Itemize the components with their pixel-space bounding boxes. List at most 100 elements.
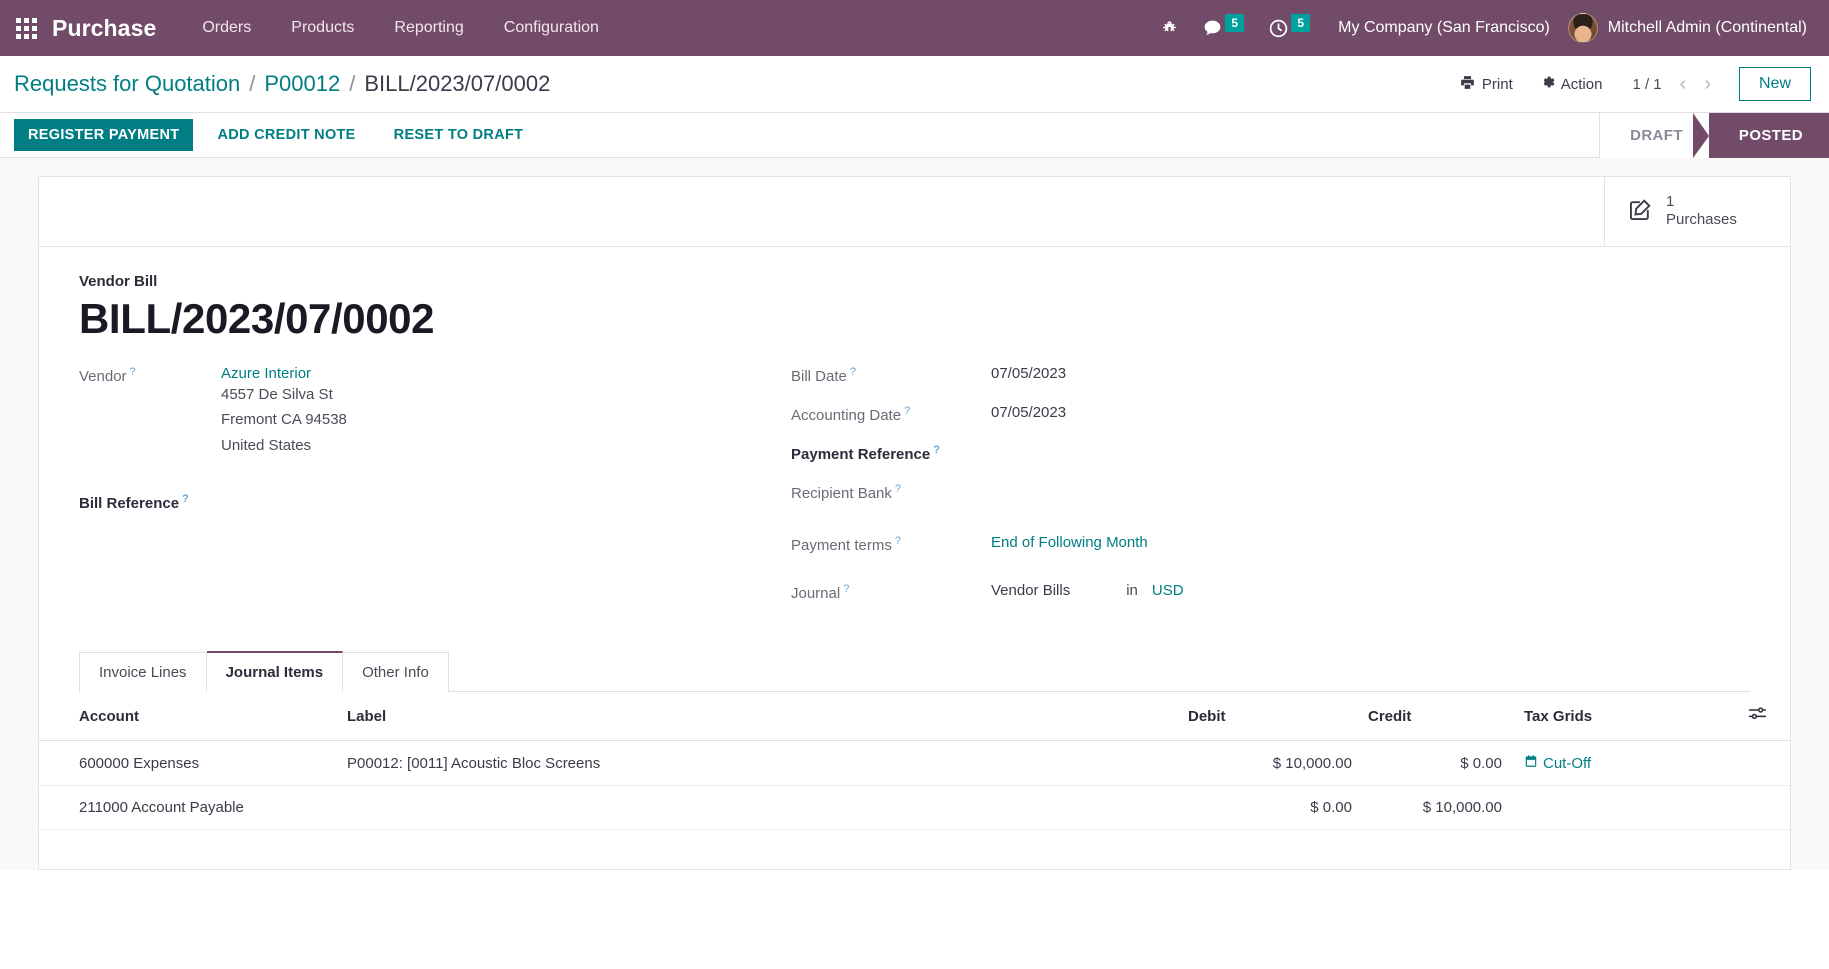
breadcrumb-item-p00012[interactable]: P00012: [264, 71, 340, 97]
breadcrumb-item-current: BILL/2023/07/0002: [364, 71, 551, 96]
column-header-account[interactable]: Account: [39, 692, 339, 742]
notebook-tabs: Invoice Lines Journal Items Other Info: [79, 651, 1750, 693]
chevron-right-icon[interactable]: ›: [1698, 74, 1717, 94]
pencil-square-icon: [1627, 196, 1654, 227]
tab-journal-items[interactable]: Journal Items: [206, 651, 344, 693]
cell-label[interactable]: [339, 785, 1180, 831]
recipient-bank-label-text: Recipient Bank: [791, 485, 892, 503]
column-settings-icon[interactable]: [1748, 706, 1767, 726]
control-panel: Requests for Quotation / P00012 / BILL/2…: [0, 56, 1829, 113]
cell-label[interactable]: P00012: [0011] Acoustic Bloc Screens: [339, 740, 1180, 787]
top-navbar: Purchase Orders Products Reporting Confi…: [0, 0, 1829, 56]
column-options-header: [1740, 692, 1790, 742]
vendor-address-line-2: Fremont CA 94538: [221, 411, 347, 429]
cell-account[interactable]: 211000 Account Payable: [39, 785, 339, 831]
table-row[interactable]: 600000 Expenses P00012: [0011] Acoustic …: [39, 740, 1790, 787]
field-recipient-bank: Recipient Bank?: [791, 482, 1750, 504]
help-icon[interactable]: ?: [843, 583, 849, 595]
cell-debit[interactable]: $ 10,000.00: [1180, 740, 1360, 787]
calendar-icon: [1524, 754, 1538, 772]
table-body: 600000 Expenses P00012: [0011] Acoustic …: [39, 740, 1790, 831]
menu-products[interactable]: Products: [279, 13, 366, 43]
field-bill-reference: Bill Reference?: [79, 492, 759, 514]
bill-date-value[interactable]: 07/05/2023: [991, 365, 1066, 382]
menu-reporting[interactable]: Reporting: [382, 13, 475, 43]
vendor-value-group: Azure Interior 4557 De Silva St Fremont …: [221, 365, 347, 458]
accounting-date-label: Accounting Date?: [791, 404, 991, 424]
vendor-label: Vendor?: [79, 365, 221, 385]
action-label: Action: [1560, 75, 1603, 93]
help-icon[interactable]: ?: [895, 535, 901, 547]
user-menu[interactable]: Mitchell Admin (Continental): [1567, 13, 1811, 43]
breadcrumb-item-requests-for-quotation[interactable]: Requests for Quotation: [14, 71, 240, 97]
status-action-bar: REGISTER PAYMENT ADD CREDIT NOTE RESET T…: [0, 112, 1829, 158]
payment-reference-label: Payment Reference?: [791, 443, 991, 463]
cell-credit[interactable]: $ 10,000.00: [1360, 785, 1510, 831]
currency-value[interactable]: USD: [1152, 582, 1184, 599]
field-journal: Journal? Vendor Bills in USD: [791, 582, 1750, 604]
cell-credit[interactable]: $ 0.00: [1360, 740, 1510, 787]
journal-items-table: Account Label Debit Credit Tax Grids 600…: [39, 692, 1790, 831]
tax-grid-badge-cutoff[interactable]: Cut-Off: [1524, 754, 1591, 772]
column-header-tax-grids[interactable]: Tax Grids: [1510, 692, 1740, 742]
bill-date-label-text: Bill Date: [791, 368, 847, 386]
tab-invoice-lines[interactable]: Invoice Lines: [79, 652, 207, 693]
clock-icon[interactable]: 5: [1258, 0, 1320, 56]
apps-grid-icon[interactable]: [0, 0, 52, 56]
cell-account[interactable]: 600000 Expenses: [39, 740, 339, 787]
cell-tax-grids[interactable]: Cut-Off: [1510, 740, 1740, 787]
recipient-bank-label: Recipient Bank?: [791, 482, 991, 502]
vendor-address-line-3: United States: [221, 436, 312, 454]
accounting-date-label-text: Accounting Date: [791, 407, 902, 425]
form-right-column: Bill Date? 07/05/2023 Accounting Date? 0…: [779, 365, 1750, 621]
smart-button-text: 1 Purchases: [1666, 193, 1737, 230]
journal-value[interactable]: Vendor Bills: [991, 582, 1070, 599]
payment-terms-value[interactable]: End of Following Month: [991, 534, 1148, 551]
action-button[interactable]: Action: [1529, 68, 1613, 100]
column-header-debit[interactable]: Debit: [1180, 692, 1360, 742]
accounting-date-value[interactable]: 07/05/2023: [991, 404, 1066, 421]
column-header-credit[interactable]: Credit: [1360, 692, 1510, 742]
help-icon[interactable]: ?: [182, 493, 189, 505]
activities-badge: 5: [1291, 14, 1311, 32]
status-state-posted[interactable]: POSTED: [1692, 112, 1829, 158]
print-button[interactable]: Print: [1449, 68, 1523, 101]
form-left-column: Vendor? Azure Interior 4557 De Silva St …: [79, 365, 779, 621]
cell-tax-grids[interactable]: [1510, 785, 1740, 831]
add-credit-note-button[interactable]: ADD CREDIT NOTE: [203, 119, 369, 151]
new-button[interactable]: New: [1738, 67, 1811, 101]
bill-reference-label-text: Bill Reference: [79, 494, 180, 512]
menu-orders[interactable]: Orders: [190, 13, 263, 43]
app-brand-purchase[interactable]: Purchase: [52, 15, 156, 42]
breadcrumb-separator: /: [349, 71, 356, 96]
help-icon[interactable]: ?: [895, 483, 901, 495]
register-payment-button[interactable]: REGISTER PAYMENT: [14, 119, 194, 151]
bug-icon[interactable]: [1151, 0, 1188, 56]
reset-to-draft-button[interactable]: RESET TO DRAFT: [380, 119, 538, 151]
help-icon[interactable]: ?: [850, 366, 856, 378]
messages-badge: 5: [1225, 14, 1245, 32]
purchases-smart-button[interactable]: 1 Purchases: [1604, 177, 1790, 246]
user-avatar: [1567, 13, 1598, 43]
vendor-label-text: Vendor: [79, 368, 127, 386]
company-switcher[interactable]: My Company (San Francisco): [1324, 19, 1564, 37]
help-icon[interactable]: ?: [130, 366, 136, 378]
payment-terms-label-text: Payment terms: [791, 537, 892, 555]
menu-configuration[interactable]: Configuration: [492, 13, 611, 43]
gear-icon: [1539, 74, 1555, 94]
bill-reference-label: Bill Reference?: [79, 492, 221, 512]
table-row[interactable]: 211000 Account Payable $ 0.00 $ 10,000.0…: [39, 785, 1790, 831]
table-header-row: Account Label Debit Credit Tax Grids: [39, 692, 1790, 742]
chevron-left-icon[interactable]: ‹: [1674, 74, 1693, 94]
vendor-value[interactable]: Azure Interior: [221, 365, 311, 382]
help-icon[interactable]: ?: [904, 405, 910, 417]
vendor-address-line-1: 4557 De Silva St: [221, 386, 333, 404]
help-icon[interactable]: ?: [933, 444, 940, 456]
messages-icon[interactable]: 5: [1192, 0, 1254, 56]
tab-other-info[interactable]: Other Info: [343, 652, 449, 693]
field-payment-terms: Payment terms? End of Following Month: [791, 534, 1750, 556]
column-header-label[interactable]: Label: [339, 692, 1180, 742]
form-columns: Vendor? Azure Interior 4557 De Silva St …: [79, 365, 1750, 621]
field-bill-date: Bill Date? 07/05/2023: [791, 365, 1750, 387]
cell-debit[interactable]: $ 0.00: [1180, 785, 1360, 831]
